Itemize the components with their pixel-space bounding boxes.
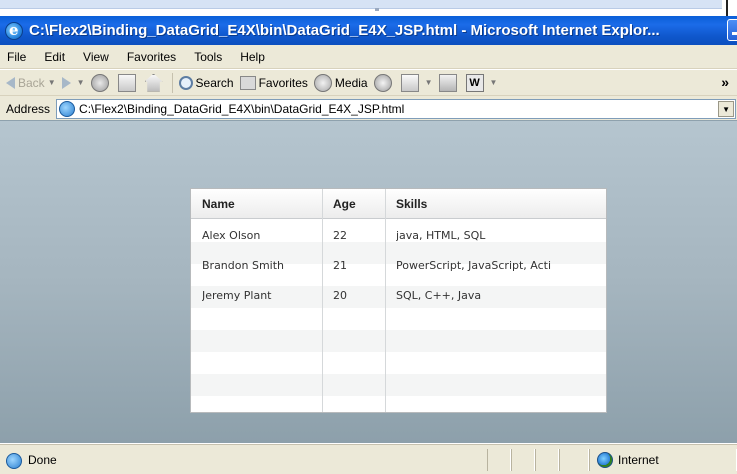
mail-button[interactable]: ▼ xyxy=(400,73,433,92)
internet-explorer-icon[interactable] xyxy=(5,21,23,40)
media-button[interactable]: Media xyxy=(313,73,368,92)
background-divider xyxy=(726,0,728,16)
edit-word-button[interactable]: W ▼ xyxy=(465,73,498,92)
mail-dropdown-icon[interactable]: ▼ xyxy=(425,78,433,87)
favorites-button[interactable]: Favorites xyxy=(239,75,308,90)
background-window-edge xyxy=(0,0,722,9)
back-button[interactable]: Back ▼ xyxy=(6,76,56,90)
cell-name[interactable]: Brandon Smith xyxy=(202,259,320,272)
table-row[interactable] xyxy=(191,330,606,352)
forward-dropdown-icon[interactable]: ▼ xyxy=(77,78,85,87)
edit-dropdown-icon[interactable]: ▼ xyxy=(490,78,498,87)
forward-arrow-icon xyxy=(61,76,71,89)
menu-bar: File Edit View Favorites Tools Help xyxy=(0,45,737,69)
menu-file[interactable]: File xyxy=(7,50,26,64)
minimize-button[interactable] xyxy=(727,19,737,41)
menu-edit[interactable]: Edit xyxy=(44,50,65,64)
cell-name[interactable]: Jeremy Plant xyxy=(202,289,320,302)
address-bar: Address C:\Flex2\Binding_DataGrid_E4X\bi… xyxy=(0,97,737,121)
forward-button[interactable]: ▼ xyxy=(61,76,85,89)
column-header-skills[interactable]: Skills xyxy=(396,197,427,211)
refresh-button[interactable] xyxy=(117,73,139,92)
page-content: Name Age Skills Alex Olson 22 java, HTML… xyxy=(0,120,737,443)
favorites-label: Favorites xyxy=(258,75,308,90)
window-titlebar[interactable]: C:\Flex2\Binding_DataGrid_E4X\bin\DataGr… xyxy=(0,16,737,45)
security-zone-label: Internet xyxy=(618,453,659,467)
menu-help[interactable]: Help xyxy=(240,50,265,64)
cell-age[interactable]: 22 xyxy=(333,229,381,242)
back-label: Back xyxy=(18,75,45,90)
table-row[interactable] xyxy=(191,308,606,330)
standard-buttons-toolbar: Back ▼ ▼ Search Favorites Media ▼ W ▼ » xyxy=(0,70,737,96)
table-row[interactable] xyxy=(191,352,606,374)
stop-button[interactable] xyxy=(90,73,112,92)
address-url[interactable]: C:\Flex2\Binding_DataGrid_E4X\bin\DataGr… xyxy=(79,102,404,116)
page-status-icon xyxy=(6,453,22,469)
table-row[interactable] xyxy=(191,374,606,396)
column-divider[interactable] xyxy=(322,189,323,412)
back-arrow-icon xyxy=(6,76,15,89)
window-title: C:\Flex2\Binding_DataGrid_E4X\bin\DataGr… xyxy=(29,22,660,39)
status-pane xyxy=(487,449,511,471)
print-button[interactable] xyxy=(438,73,460,92)
menu-favorites[interactable]: Favorites xyxy=(127,50,176,64)
status-pane xyxy=(511,449,535,471)
table-row[interactable] xyxy=(191,396,606,412)
status-pane xyxy=(535,449,559,471)
cell-skills[interactable]: java, HTML, SQL xyxy=(396,229,606,242)
home-icon xyxy=(144,73,163,92)
search-button[interactable]: Search xyxy=(178,75,234,90)
toolbar-overflow-icon[interactable]: » xyxy=(721,74,729,90)
status-text: Done xyxy=(28,453,57,467)
media-icon xyxy=(313,73,332,92)
column-divider[interactable] xyxy=(385,189,386,412)
background-marker xyxy=(375,8,379,11)
top-strip xyxy=(0,0,737,16)
status-bar: Done Internet xyxy=(0,444,737,474)
menu-view[interactable]: View xyxy=(83,50,109,64)
internet-zone-icon xyxy=(597,452,613,468)
favorites-icon xyxy=(239,75,256,90)
address-label: Address xyxy=(6,102,51,116)
back-dropdown-icon[interactable]: ▼ xyxy=(48,78,56,87)
cell-skills[interactable]: PowerScript, JavaScript, Acti xyxy=(396,259,606,272)
search-label: Search xyxy=(195,75,234,90)
menu-tools[interactable]: Tools xyxy=(194,50,222,64)
print-icon xyxy=(438,73,457,92)
data-grid[interactable]: Name Age Skills Alex Olson 22 java, HTML… xyxy=(190,188,607,413)
history-icon xyxy=(373,73,392,92)
home-button[interactable] xyxy=(144,73,166,92)
media-label: Media xyxy=(334,75,368,90)
address-dropdown-icon[interactable]: ▼ xyxy=(718,101,735,117)
word-icon: W xyxy=(465,73,484,92)
page-icon xyxy=(59,101,76,117)
status-pane xyxy=(559,449,589,471)
toolbar-area: Back ▼ ▼ Search Favorites Media ▼ W ▼ » … xyxy=(0,70,737,121)
cell-skills[interactable]: SQL, C++, Java xyxy=(396,289,606,302)
column-header-name[interactable]: Name xyxy=(202,197,235,211)
search-icon xyxy=(178,75,193,90)
column-header-age[interactable]: Age xyxy=(333,197,356,211)
history-button[interactable] xyxy=(373,73,395,92)
address-input[interactable]: C:\Flex2\Binding_DataGrid_E4X\bin\DataGr… xyxy=(56,99,737,119)
stop-icon xyxy=(90,73,109,92)
cell-name[interactable]: Alex Olson xyxy=(202,229,320,242)
toolbar-separator xyxy=(171,72,173,93)
cell-age[interactable]: 20 xyxy=(333,289,381,302)
cell-age[interactable]: 21 xyxy=(333,259,381,272)
mail-icon xyxy=(400,73,419,92)
refresh-icon xyxy=(117,73,136,92)
